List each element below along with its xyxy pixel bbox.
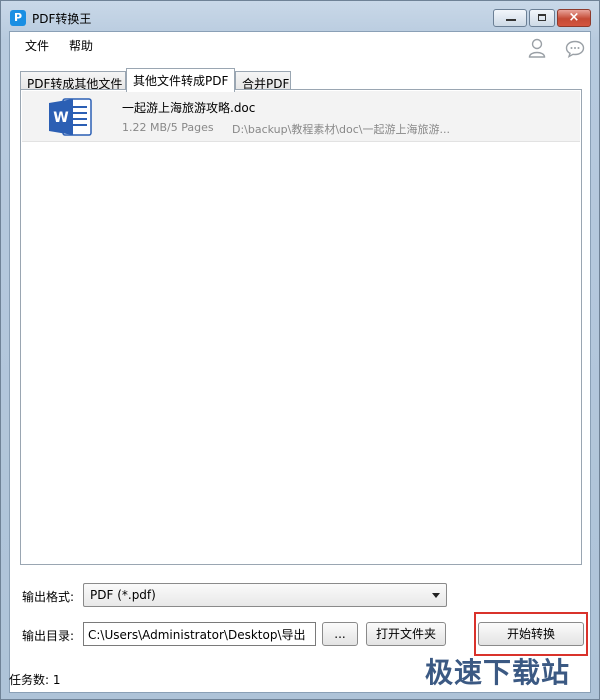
open-folder-button[interactable]: 打开文件夹 (366, 622, 446, 646)
file-list-item[interactable]: W 一起游上海旅游攻略.doc 1.22 MB/5 Pages D:\backu… (22, 91, 580, 142)
app-window: P PDF转换王 × 文件 帮助 PDF转成其他文件 其他文件转成PDF 合并P… (0, 0, 600, 700)
file-path: D:\backup\教程素材\doc\一起游上海旅游... (232, 123, 451, 136)
menu-help[interactable]: 帮助 (69, 37, 93, 54)
task-count-status: 任务数: 1 (9, 673, 61, 687)
output-dir-input[interactable]: C:\Users\Administrator\Desktop\导出 (83, 622, 316, 646)
minimize-button[interactable] (493, 9, 527, 27)
menu-file[interactable]: 文件 (25, 37, 49, 54)
client-area: 文件 帮助 PDF转成其他文件 其他文件转成PDF 合并PDF W 一起游上海旅… (9, 31, 591, 693)
tab-merge-pdf[interactable]: 合并PDF (235, 71, 291, 91)
svg-text:W: W (53, 110, 68, 126)
user-icon[interactable] (528, 38, 546, 58)
watermark-text: 极速下载站 (425, 656, 571, 689)
chevron-down-icon (432, 593, 440, 598)
word-document-icon: W (49, 98, 92, 136)
app-logo-icon: P (10, 10, 26, 26)
output-dir-label: 输出目录: (22, 629, 75, 643)
tab-pdf-to-other[interactable]: PDF转成其他文件 (20, 71, 126, 91)
browse-button[interactable]: ... (322, 622, 358, 646)
output-format-label: 输出格式: (22, 590, 75, 604)
output-format-select[interactable]: PDF (*.pdf) (83, 583, 447, 607)
output-format-value: PDF (*.pdf) (90, 588, 156, 602)
menu-bar: 文件 帮助 (10, 32, 590, 66)
file-name: 一起游上海旅游攻略.doc (122, 101, 256, 115)
file-size-pages: 1.22 MB/5 Pages (122, 121, 214, 134)
tab-other-to-pdf[interactable]: 其他文件转成PDF (126, 68, 235, 92)
maximize-button[interactable] (529, 9, 555, 27)
window-title: PDF转换王 (32, 12, 92, 26)
title-bar[interactable]: P PDF转换王 × (1, 1, 599, 35)
maximize-icon (538, 14, 546, 21)
start-convert-button[interactable]: 开始转换 (478, 622, 584, 646)
chat-icon[interactable] (565, 40, 585, 58)
minimize-icon (506, 19, 516, 21)
close-button[interactable]: × (557, 9, 591, 27)
close-icon: × (568, 10, 580, 25)
file-list-panel: W 一起游上海旅游攻略.doc 1.22 MB/5 Pages D:\backu… (20, 89, 582, 565)
